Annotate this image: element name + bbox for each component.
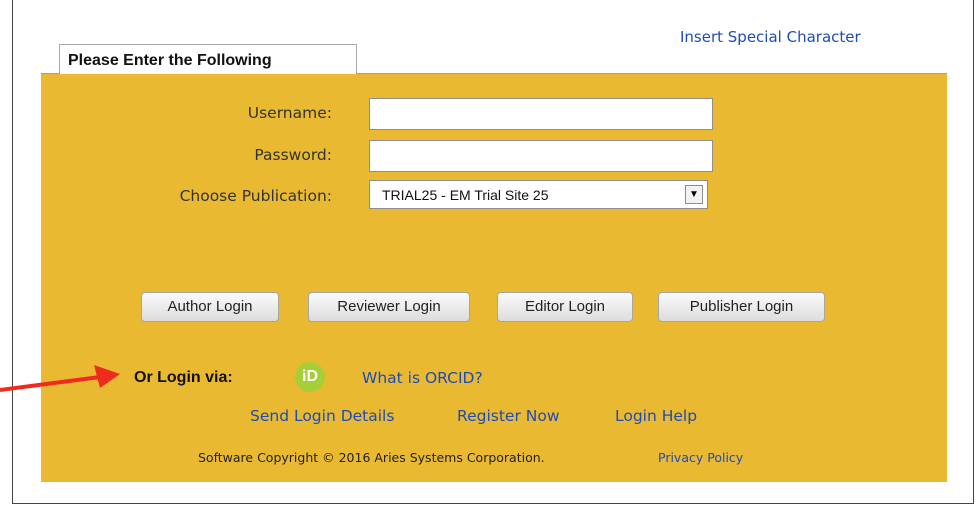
annotation-arrow-icon <box>0 365 120 392</box>
insert-special-character-link[interactable]: Insert Special Character <box>680 28 861 46</box>
privacy-policy-link[interactable]: Privacy Policy <box>658 450 743 465</box>
what-is-orcid-link[interactable]: What is ORCID? <box>362 369 483 387</box>
author-login-button[interactable]: Author Login <box>141 292 279 322</box>
publication-label: Choose Publication: <box>179 187 332 205</box>
copyright-text: Software Copyright © 2016 Aries Systems … <box>198 450 545 465</box>
reviewer-login-button[interactable]: Reviewer Login <box>308 292 470 322</box>
form-tab-title: Please Enter the Following <box>59 44 357 74</box>
password-label: Password: <box>254 146 332 164</box>
login-help-link[interactable]: Login Help <box>615 407 697 425</box>
publication-select[interactable]: TRIAL25 - EM Trial Site 25 ▼ <box>369 180 708 209</box>
publication-selected-value: TRIAL25 - EM Trial Site 25 <box>382 187 549 203</box>
register-now-link[interactable]: Register Now <box>457 407 560 425</box>
orcid-icon[interactable]: iD <box>295 362 325 392</box>
password-input[interactable] <box>369 140 713 172</box>
username-label: Username: <box>247 104 332 122</box>
or-login-via-label: Or Login via: <box>134 369 233 386</box>
publisher-login-button[interactable]: Publisher Login <box>658 292 825 322</box>
editor-login-button[interactable]: Editor Login <box>497 292 633 322</box>
username-input[interactable] <box>369 98 713 130</box>
send-login-details-link[interactable]: Send Login Details <box>250 407 394 425</box>
dropdown-arrow-icon[interactable]: ▼ <box>685 185 703 204</box>
